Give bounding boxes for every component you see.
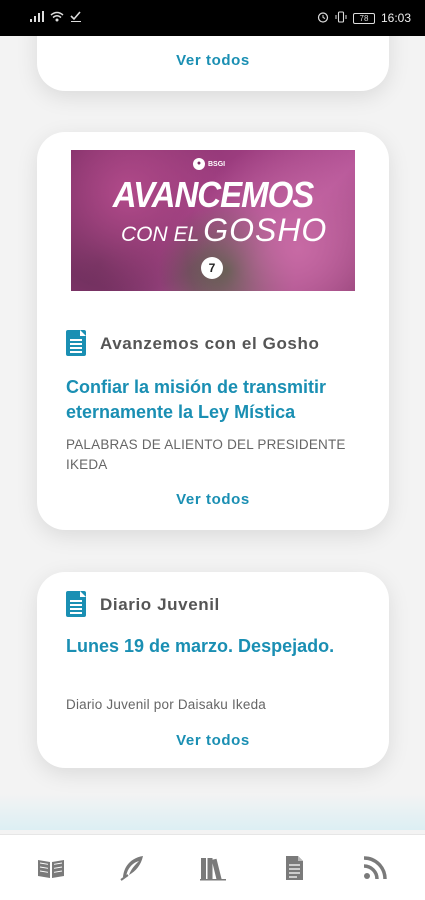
rss-icon <box>363 855 387 879</box>
banner-logo: ● BSGI <box>193 158 225 170</box>
article-subtitle: PALABRAS DE ALIENTO DEL PRESIDENTE IKEDA <box>66 437 346 472</box>
document-icon <box>66 591 86 617</box>
section-label: Diario Juvenil <box>100 595 220 614</box>
status-right: 78 16:03 <box>317 10 411 26</box>
signal-icon <box>30 11 44 25</box>
bottom-nav <box>0 834 425 900</box>
ver-todos-link[interactable]: Ver todos <box>37 491 389 508</box>
logo-mark-icon: ● <box>193 158 205 170</box>
quill-icon <box>119 855 143 881</box>
bottom-fade <box>0 794 425 830</box>
alarm-icon <box>317 11 329 26</box>
feed[interactable]: Ver todos ● BSGI AVANCEMOS CON EL GOSHO … <box>0 36 425 830</box>
library-icon <box>199 857 226 880</box>
card-avanzemos: ● BSGI AVANCEMOS CON EL GOSHO 7 Avanzemo… <box>37 132 389 530</box>
status-left <box>30 11 82 25</box>
battery-indicator: 78 <box>352 12 375 24</box>
document-icon <box>285 855 303 880</box>
nav-book-button[interactable] <box>31 848 71 888</box>
ver-todos-link[interactable]: Ver todos <box>37 732 389 749</box>
status-bar: 78 16:03 <box>0 0 425 36</box>
banner-issue-number: 7 <box>201 257 223 279</box>
banner-title-line2: CON EL GOSHO <box>121 212 327 249</box>
nav-document-button[interactable] <box>274 848 314 888</box>
article-subtitle: Diario Juvenil por Daisaku Ikeda <box>66 697 266 712</box>
section-label: Avanzemos con el Gosho <box>100 334 320 353</box>
banner-title-line1: AVANCEMOS <box>112 174 315 215</box>
article-headline[interactable]: Lunes 19 de marzo. Despejado. <box>66 634 366 659</box>
check-icon <box>70 11 82 25</box>
banner-logo-text: BSGI <box>208 160 226 168</box>
wifi-icon <box>50 11 64 25</box>
document-icon <box>66 330 86 356</box>
status-time: 16:03 <box>380 11 411 25</box>
card-diario-juvenil: Diario Juvenil Lunes 19 de marzo. Despej… <box>37 572 389 768</box>
banner-gosho: GOSHO <box>203 212 328 248</box>
banner-con-el: CON EL <box>121 223 200 246</box>
ver-todos-link[interactable]: Ver todos <box>37 52 389 69</box>
vibrate-icon <box>335 10 347 26</box>
nav-writing-button[interactable] <box>112 848 152 888</box>
book-open-icon <box>37 859 64 878</box>
nav-rss-button[interactable] <box>355 848 395 888</box>
banner-image[interactable]: ● BSGI AVANCEMOS CON EL GOSHO 7 <box>71 150 355 291</box>
article-headline[interactable]: Confiar la misión de transmitir etername… <box>66 375 366 425</box>
card-previous: Ver todos <box>37 36 389 91</box>
nav-library-button[interactable] <box>193 848 233 888</box>
